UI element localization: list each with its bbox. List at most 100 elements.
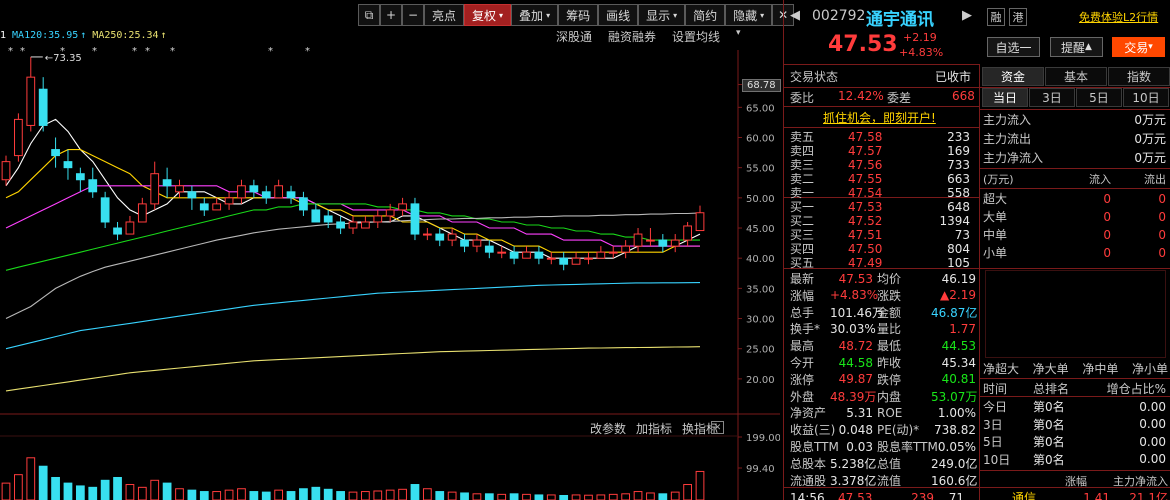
volume-bar [88,486,98,500]
volume-bar [100,479,110,500]
margin-tag[interactable]: 融 [987,8,1005,26]
rank-pct: 0.00 [1139,434,1166,449]
event-marker-icon[interactable]: * [8,46,13,57]
stat-value: 0.03 [846,439,873,454]
flow-table-row: 大单 0 0 [983,208,1166,225]
stat-row: 最高 48.72 最低 44.53 [790,337,976,354]
toolbar-button-6[interactable]: 简约 [685,4,726,26]
period-tab[interactable]: 3日 [1029,88,1075,107]
next-stock-icon[interactable]: ▶ [962,8,972,23]
sector-name[interactable]: 通信 [1012,489,1062,500]
stat-value: 30.03% [830,321,876,336]
rank-table-row: 今日 第0名 0.00 [983,398,1166,415]
trade-button[interactable]: 交易 ▾ [1112,37,1165,57]
candle-body [199,203,209,211]
sector-pct: 1.41 [1083,490,1110,500]
period-tab[interactable]: 当日 [982,88,1028,107]
arrow-up-icon: ↑ [80,30,87,41]
tab-index[interactable]: 指数 [1108,67,1170,86]
fullscreen-icon[interactable]: ⧉ [358,4,380,26]
toolbar-button-2[interactable]: 叠加 ▾ [511,4,559,26]
flow-size: 超大 [983,192,1008,206]
toolbar-button-label: 亮点 [432,8,457,23]
event-marker-icon[interactable]: * [92,46,97,57]
stat-value: 48.72 [838,338,873,353]
indicator-close-icon[interactable]: ✕ [711,421,724,434]
ma-line-ma10 [5,149,700,253]
last-trade-row: 14:56 47.53 239 71 [790,489,976,500]
divider [784,87,980,88]
candle-body [447,233,457,241]
rank-position: 第0名 [1033,435,1065,449]
alert-button[interactable]: 提醒 ▲ [1050,37,1103,57]
toolbar-button-4[interactable]: 画线 [598,4,639,26]
subnav-item[interactable]: 融资融券 [608,28,656,45]
ma-legend-label: 1 [0,30,7,41]
volume-bar [460,492,469,500]
toolbar-button-7[interactable]: 隐藏 ▾ [725,4,773,26]
toolbar-button-1[interactable]: 复权 ▾ [464,4,512,26]
volume-bar [410,484,420,500]
rank-period: 3日 [983,417,1003,432]
rank-position: 第0名 [1033,417,1065,432]
candle-body [100,197,110,223]
event-marker-icon[interactable]: * [268,46,273,57]
volume-bar [584,494,593,500]
indicator-tab[interactable]: 改参数 [590,420,626,437]
event-marker-icon[interactable]: * [170,46,175,57]
tab-funds[interactable]: 资金 [982,67,1044,86]
volume-bar [670,491,680,500]
toolbar-button-0[interactable]: 亮点 [424,4,465,26]
stat-label: 外盘 [790,389,815,404]
indicator-tab[interactable]: 加指标 [636,420,672,437]
prev-stock-icon[interactable]: ◀ [790,8,800,23]
stat-row: 总手 101.46万 金额 46.87亿 [790,304,977,321]
event-marker-icon[interactable]: * [132,46,137,57]
bid-ratio-label: 委比 [790,91,815,105]
subnav-item[interactable]: 深股通 [556,28,592,45]
subnav-item[interactable]: 设置均线 [672,28,720,45]
add-watchlist-button[interactable]: 自选一 [987,37,1040,57]
divider [980,168,1170,169]
toolbar-button-3[interactable]: 筹码 [558,4,599,26]
plus-icon[interactable]: + [380,4,402,26]
candle-body [212,203,222,211]
open-account-link[interactable]: 抓住机会，即刻开户! [823,109,936,126]
candle-body [1,161,11,181]
tab-basic[interactable]: 基本 [1045,67,1107,86]
volume-bar [571,494,581,500]
sector-header-cell: 主力净流入 [1113,474,1168,488]
event-marker-icon[interactable]: * [20,46,25,57]
stat-row: 涨停 49.87 跌停 40.81 [790,371,976,388]
candle-body [658,239,668,247]
chevron-down-icon: ▾ [546,10,551,20]
toolbar-button-5[interactable]: 显示 ▾ [638,4,686,26]
event-marker-icon[interactable]: * [305,46,310,57]
period-tab[interactable]: 5日 [1076,88,1122,107]
volume-bar [633,491,643,500]
ma-legend-label: MA120:35.95 [12,30,79,41]
volume-bar [422,488,432,500]
minus-icon[interactable]: − [402,4,424,26]
candle-body [162,179,172,187]
candle-body [175,185,184,193]
stat-value: 5.238亿 [830,456,877,471]
sector-flow: 21.1亿 [1129,491,1168,500]
divider [980,188,1170,189]
rank-position: 第0名 [1033,452,1065,467]
volume-bar [621,493,631,500]
volume-bar [274,489,284,500]
hk-connect-tag[interactable]: 港 [1009,8,1027,26]
stat-value: 0.048 [838,422,873,437]
volume-bar [299,488,308,500]
stat-label: 内盘 [877,389,902,404]
event-marker-icon[interactable]: * [60,46,65,57]
sector-row[interactable]: 通信 1.41 21.1亿 [1012,489,1168,500]
stat-label: 量比 [877,322,902,337]
main-flow-row: 主力流出 0万元 [983,130,1166,147]
l2-promo-link[interactable]: 免费体验L2行情 [1079,9,1158,25]
rank-header-cell: 时间 [983,382,1008,396]
event-marker-icon[interactable]: * [145,46,150,57]
period-tab[interactable]: 10日 [1123,88,1169,107]
chart-toolbar: ⧉ + − 亮点 复权 ▾ 叠加 ▾ 筹码 画线 显示 ▾ 简约 隐藏 ▾ ✕ [358,4,795,26]
